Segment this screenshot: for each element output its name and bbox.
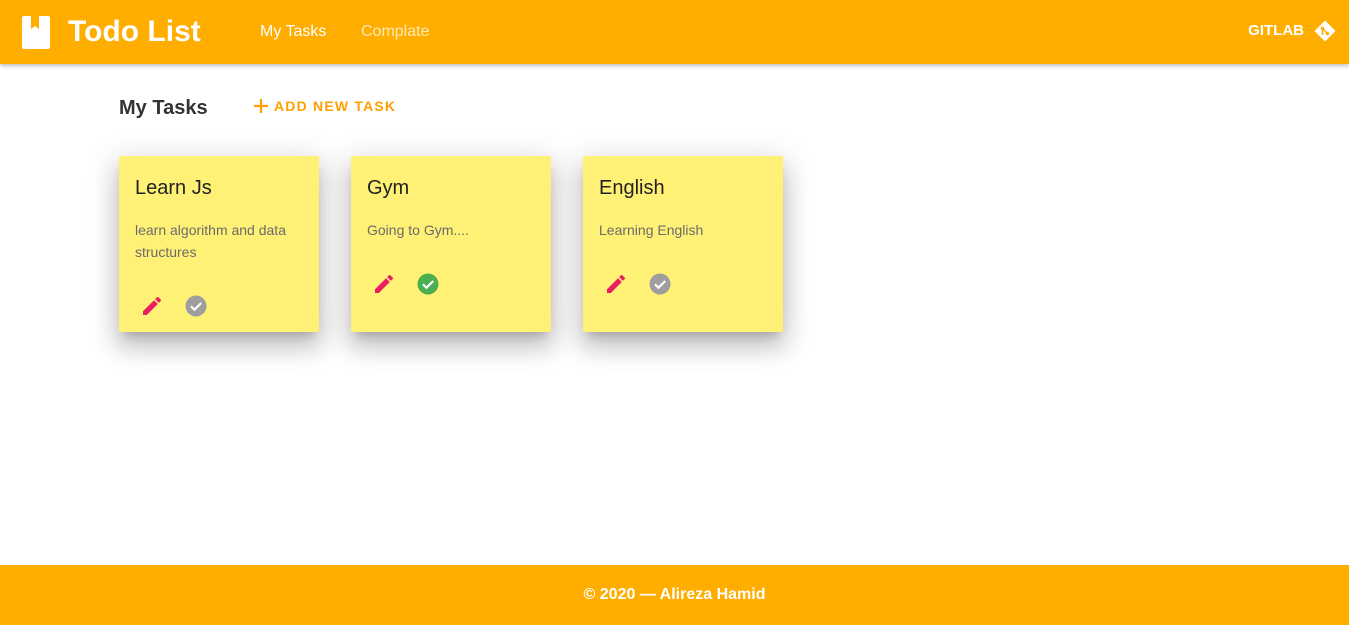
task-title: Gym: [367, 177, 410, 199]
nav-complete[interactable]: Complate: [361, 22, 429, 42]
task-card: English Learning English: [583, 156, 783, 332]
check-circle-icon[interactable]: [648, 272, 672, 296]
gitlab-link[interactable]: GITLAB: [1248, 20, 1336, 42]
footer-copyright: © 2020 — Alireza Hamid: [583, 586, 766, 603]
task-card: Learn Js learn algorithm and data struct…: [119, 156, 319, 332]
task-card: Gym Going to Gym....: [351, 156, 551, 332]
task-title: Learn Js: [135, 177, 212, 199]
edit-icon[interactable]: [140, 294, 164, 318]
task-actions: [372, 272, 440, 296]
task-description: Learning English: [599, 222, 704, 238]
task-title: English: [599, 177, 665, 199]
task-description: Going to Gym....: [367, 222, 469, 238]
add-new-task-label: ADD NEW TASK: [274, 98, 397, 114]
check-circle-icon[interactable]: [416, 272, 440, 296]
check-circle-icon[interactable]: [184, 294, 208, 318]
brand[interactable]: Todo List: [21, 14, 201, 50]
task-actions: [604, 272, 672, 296]
nav-my-tasks[interactable]: My Tasks: [260, 22, 326, 42]
footer: © 2020 — Alireza Hamid: [0, 565, 1349, 625]
edit-icon[interactable]: [604, 272, 628, 296]
plus-icon: [254, 99, 268, 113]
top-app-bar: Todo List My Tasks Complate GITLAB: [0, 0, 1349, 64]
add-new-task-button[interactable]: ADD NEW TASK: [252, 97, 396, 115]
app-root: Todo List My Tasks Complate GITLAB My Ta…: [0, 0, 1349, 625]
task-description: learn algorithm and data structures: [135, 222, 286, 260]
page-title: My Tasks: [119, 97, 208, 119]
edit-icon[interactable]: [372, 272, 396, 296]
git-icon: [1314, 20, 1336, 42]
app-title: Todo List: [68, 15, 201, 48]
task-actions: [140, 294, 208, 318]
clipboard-icon: [22, 16, 50, 49]
gitlab-label: GITLAB: [1248, 22, 1304, 39]
